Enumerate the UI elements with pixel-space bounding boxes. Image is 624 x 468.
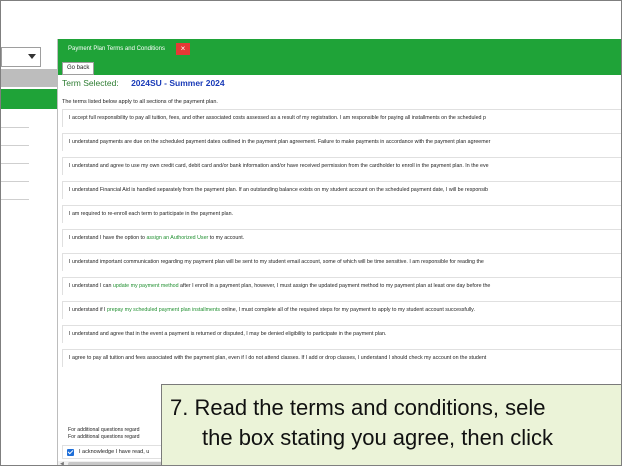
term-item: I understand payments are due on the sch… — [62, 133, 621, 151]
modal-toolbar: Go back — [58, 59, 621, 75]
chevron-down-icon — [28, 54, 36, 59]
screenshot-frame: Payment Plan Terms and Conditions × Go b… — [0, 0, 622, 466]
term-text: I understand and agree to use my own cre… — [69, 163, 489, 169]
left-divider — [1, 163, 29, 164]
acknowledge-checkbox[interactable] — [67, 449, 74, 456]
term-text: to my account. — [208, 235, 245, 241]
term-text: I understand payments are due on the sch… — [69, 139, 491, 145]
term-text: I agree to pay all tuition and fees asso… — [69, 355, 487, 361]
terms-intro: The terms listed below apply to all sect… — [62, 99, 218, 105]
term-item: I understand I have the option to assign… — [62, 229, 621, 247]
left-divider — [1, 199, 29, 200]
term-item: I understand and agree to use my own cre… — [62, 157, 621, 175]
term-item: I understand important communication reg… — [62, 253, 621, 271]
term-text: I understand I can — [69, 283, 113, 289]
left-divider — [1, 127, 29, 128]
term-text: I understand important communication reg… — [69, 259, 484, 265]
term-label: Term Selected: — [62, 78, 119, 88]
term-text: I am required to re-enroll each term to … — [69, 211, 233, 217]
left-divider — [1, 145, 29, 146]
additional-questions-line: For additional questions regard — [68, 427, 140, 433]
term-item: I understand if I prepay my scheduled pa… — [62, 301, 621, 319]
close-icon[interactable]: × — [176, 43, 190, 55]
term-text: I understand and agree that in the event… — [69, 331, 387, 337]
top-bar — [1, 1, 621, 40]
term-item: I understand I can update my payment met… — [62, 277, 621, 295]
term-link[interactable]: prepay my scheduled payment plan install… — [107, 307, 220, 313]
acknowledge-label: I acknowledge I have read, u — [79, 449, 150, 455]
term-item: I understand and agree that in the event… — [62, 325, 621, 343]
instruction-callout: 7. Read the terms and conditions, sele t… — [161, 384, 621, 465]
term-link[interactable]: assign an Authorized User — [146, 235, 208, 241]
left-dropdown[interactable] — [1, 47, 41, 67]
term-item: I agree to pay all tuition and fees asso… — [62, 349, 621, 367]
additional-questions: For additional questions regard For addi… — [68, 427, 140, 441]
term-text: I understand if I — [69, 307, 107, 313]
left-selected-row[interactable] — [1, 89, 57, 109]
term-text: online, I must complete all of the requi… — [220, 307, 475, 313]
term-text: I accept full responsibility to pay all … — [69, 115, 486, 121]
term-text: I understand Financial Aid is handled se… — [69, 187, 489, 193]
left-grey-row — [1, 69, 57, 87]
term-value: 2024SU - Summer 2024 — [131, 78, 225, 88]
additional-questions-line: For additional questions regard — [68, 434, 140, 440]
callout-line: 7. Read the terms and conditions, sele — [170, 395, 546, 420]
modal-tab-title: Payment Plan Terms and Conditions — [62, 42, 171, 56]
term-selected: Term Selected: 2024SU - Summer 2024 — [62, 78, 225, 88]
term-text: I understand I have the option to — [69, 235, 147, 241]
go-back-button[interactable]: Go back — [62, 62, 95, 75]
term-item: I understand Financial Aid is handled se… — [62, 181, 621, 199]
terms-list: I accept full responsibility to pay all … — [62, 109, 621, 373]
term-text: after I enroll in a payment plan, howeve… — [178, 283, 491, 289]
left-panel — [1, 39, 58, 465]
term-item: I accept full responsibility to pay all … — [62, 109, 621, 127]
scroll-left-icon[interactable]: ◀ — [60, 461, 64, 465]
modal-tab-bar: Payment Plan Terms and Conditions × — [58, 39, 621, 59]
term-link[interactable]: update my payment method — [113, 283, 179, 289]
term-item: I am required to re-enroll each term to … — [62, 205, 621, 223]
left-divider — [1, 181, 29, 182]
callout-line: the box stating you agree, then click — [202, 425, 553, 450]
